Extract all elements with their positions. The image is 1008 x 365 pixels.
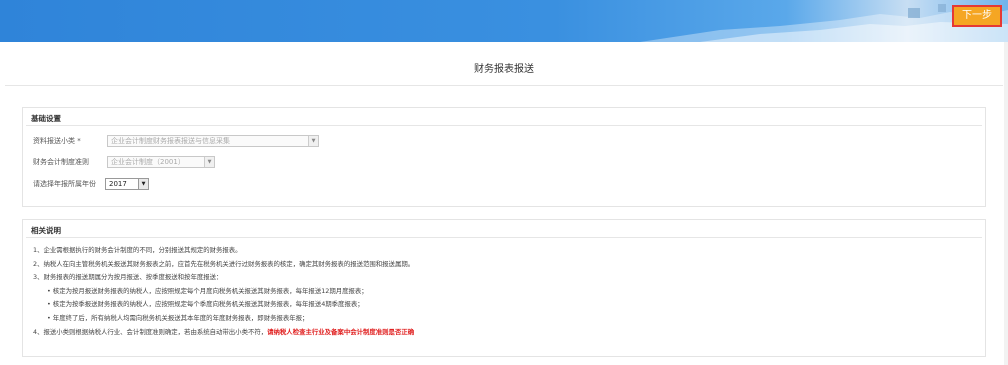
chevron-down-icon: ▼	[204, 157, 214, 167]
note-subitem: • 核定为按季报送财务报表的纳税人，应按照规定每个季度向税务机关报送其财务报表，…	[47, 300, 364, 309]
report-year-value: 2017	[109, 180, 127, 188]
page-title: 财务报表报送	[474, 64, 534, 75]
section-divider	[26, 125, 982, 126]
material-subtype-select[interactable]: 企业会计制度财务报表报送与信息采集 ▼	[107, 135, 319, 147]
great-wall-decoration	[640, 4, 1008, 42]
header-banner: 下一步	[0, 0, 1008, 42]
report-year-select[interactable]: 2017 ▼	[105, 178, 149, 190]
basic-settings-panel: 基础设置 资料报送小类 * 企业会计制度财务报表报送与信息采集 ▼ 财务会计制度…	[22, 107, 986, 207]
basic-settings-heading: 基础设置	[31, 114, 61, 123]
section-divider	[26, 237, 982, 238]
note-item: 2、纳税人在向主管税务机关报送其财务报表之前，应首先在税务机关进行过财务报表的核…	[33, 259, 415, 268]
note-text: 4、报送小类则根据纳税人行业、会计制度准则确定，若由系统自动带出小类不符，	[33, 327, 268, 336]
material-subtype-value: 企业会计制度财务报表报送与信息采集	[111, 137, 230, 145]
chevron-down-icon: ▼	[138, 179, 148, 189]
note-item-last: 4、报送小类则根据纳税人行业、会计制度准则确定，若由系统自动带出小类不符，请纳税…	[33, 326, 975, 340]
row-report-year: 请选择年报所属年份 2017 ▼	[33, 177, 149, 191]
row-accounting-standard: 财务会计制度准则 企业会计制度（2001） ▼	[33, 155, 215, 169]
notes-heading: 相关说明	[31, 226, 61, 235]
chevron-down-icon: ▼	[308, 136, 318, 146]
notes-list: 1、企业需根据执行的财务会计制度的不同，分别报送其规定的财务报表。 2、纳税人在…	[33, 244, 975, 339]
title-divider	[5, 85, 1003, 86]
material-subtype-label: 资料报送小类 *	[33, 137, 81, 145]
accounting-standard-value: 企业会计制度（2001）	[111, 158, 185, 166]
row-material-subtype: 资料报送小类 * 企业会计制度财务报表报送与信息采集 ▼	[33, 134, 319, 148]
note-item: 1、企业需根据执行的财务会计制度的不同，分别报送其规定的财务报表。	[33, 246, 242, 254]
accounting-standard-select[interactable]: 企业会计制度（2001） ▼	[107, 156, 215, 168]
page-scrollbar[interactable]	[1004, 42, 1008, 365]
accounting-standard-label: 财务会计制度准则	[33, 158, 89, 166]
notes-panel: 相关说明 1、企业需根据执行的财务会计制度的不同，分别报送其规定的财务报表。 2…	[22, 219, 986, 357]
next-step-button[interactable]: 下一步	[952, 5, 1002, 27]
note-item: 3、财务报表的报送期属分为按月报送、按季度报送和按年度报送：	[33, 273, 223, 282]
note-warning: 请纳税人检查主行业及备案中会计制度准则是否正确	[267, 327, 415, 336]
report-year-label: 请选择年报所属年份	[33, 180, 96, 188]
note-subitem: • 年度终了后，所有纳税人均需向税务机关报送其本年度的年度财务报表，即财务报表年…	[47, 313, 309, 322]
note-subitem: • 核定为按月报送财务报表的纳税人，应按照规定每个月度向税务机关报送其财务报表，…	[47, 286, 368, 295]
